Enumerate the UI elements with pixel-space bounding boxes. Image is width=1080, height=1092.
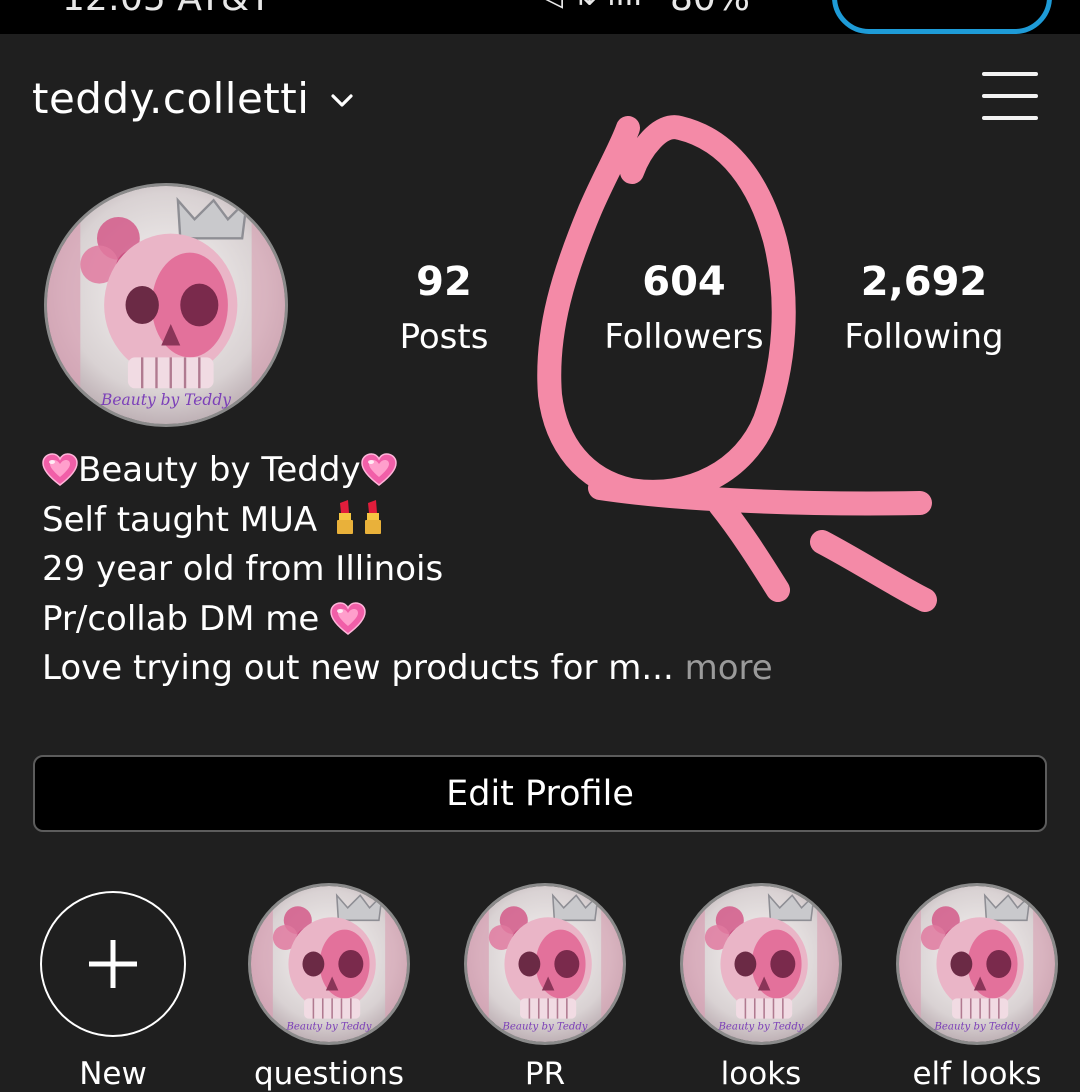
highlight-questions[interactable] xyxy=(248,883,410,1045)
annotation-stroke xyxy=(810,530,937,612)
highlight-label: questions xyxy=(253,1056,405,1092)
bio-display-name: Beauty by Teddy xyxy=(78,450,361,490)
highlight-elf-looks[interactable] xyxy=(896,883,1058,1045)
followers-label: Followers xyxy=(604,317,764,357)
highlight-cover-image xyxy=(683,886,839,1042)
bio-text-5: Love trying out new products for m... xyxy=(42,648,674,688)
pink-heart-icon xyxy=(361,453,397,487)
status-bar: 12:05 AT&T ◁ ⇅ ıIII 80% xyxy=(0,0,1080,34)
edit-profile-button[interactable]: Edit Profile xyxy=(33,755,1047,832)
account-switcher[interactable]: teddy.colletti xyxy=(32,68,354,128)
plus-icon xyxy=(89,940,137,988)
bio-line-5: Love trying out new products for m... mo… xyxy=(42,644,773,694)
bio-line-name: Beauty by Teddy xyxy=(42,446,773,496)
profile-bio: Beauty by Teddy Self taught MUA 29 year … xyxy=(42,446,773,694)
following-count[interactable]: 2,692 Following xyxy=(814,255,1034,365)
followers-count[interactable]: 604 Followers xyxy=(574,255,794,365)
bio-text-2: Self taught MUA xyxy=(42,499,318,540)
highlight-label: elf looks xyxy=(912,1056,1042,1092)
profile-avatar[interactable] xyxy=(44,183,288,427)
following-label: Following xyxy=(844,317,1004,357)
username: teddy.colletti xyxy=(32,73,310,123)
highlight-cover-image xyxy=(251,886,407,1042)
pink-heart-icon xyxy=(330,602,366,636)
avatar-image xyxy=(47,186,285,424)
chevron-down-icon xyxy=(331,94,354,107)
highlight-cover-image xyxy=(899,886,1055,1042)
call-indicator-pill xyxy=(832,0,1052,34)
hamburger-menu-icon[interactable] xyxy=(982,72,1038,120)
pink-heart-icon xyxy=(42,453,78,487)
highlight-pr[interactable] xyxy=(464,883,626,1045)
battery-level: 80% xyxy=(670,0,750,19)
lipstick-icon xyxy=(362,499,384,535)
highlight-looks[interactable] xyxy=(680,883,842,1045)
bio-text-4: Pr/collab DM me xyxy=(42,598,320,639)
bio-more-link[interactable]: more xyxy=(685,648,773,688)
posts-count[interactable]: 92 Posts xyxy=(334,255,554,365)
new-highlight-button[interactable] xyxy=(40,891,186,1037)
highlight-label: PR xyxy=(524,1056,566,1092)
followers-value: 604 xyxy=(642,259,726,305)
bio-line-2: Self taught MUA xyxy=(42,496,773,546)
following-value: 2,692 xyxy=(860,259,988,305)
lipstick-icon xyxy=(334,499,356,535)
new-highlight-label: New xyxy=(79,1056,147,1092)
posts-value: 92 xyxy=(416,259,472,305)
bio-line-3: 29 year old from Illinois xyxy=(42,549,444,589)
highlight-cover-image xyxy=(467,886,623,1042)
signal-icons: ◁ ⇅ ıIII xyxy=(540,0,642,13)
posts-label: Posts xyxy=(399,317,489,357)
status-time: 12:05 AT&T xyxy=(62,0,271,19)
highlight-label: looks xyxy=(720,1056,802,1092)
bio-line-4: Pr/collab DM me xyxy=(42,595,773,645)
